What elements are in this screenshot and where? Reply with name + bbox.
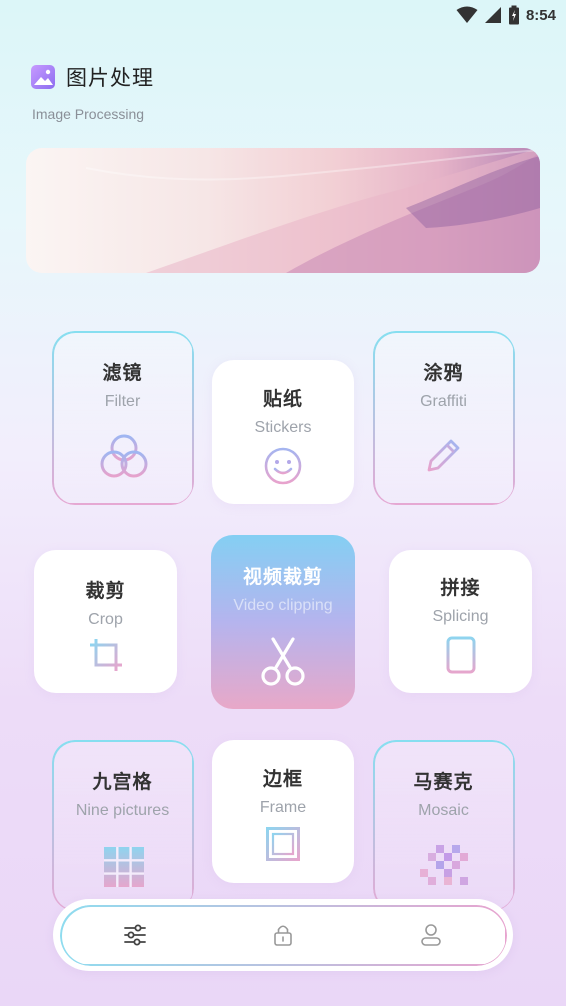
signal-icon bbox=[484, 7, 501, 23]
image-icon bbox=[31, 65, 55, 89]
tool-nine-pictures-subtitle: Nine pictures bbox=[75, 802, 170, 819]
tool-frame[interactable]: 边框 Frame bbox=[212, 740, 354, 883]
tool-mosaic[interactable]: 马赛克 Mosaic bbox=[373, 740, 514, 910]
tool-filter-title: 滤镜 bbox=[102, 362, 143, 384]
status-time: 8:54 bbox=[525, 6, 556, 24]
tool-splicing-title: 拼接 bbox=[440, 577, 481, 599]
tool-frame-subtitle: Frame bbox=[259, 799, 307, 816]
wifi-icon bbox=[456, 6, 478, 23]
tool-graffiti[interactable]: 涂鸦 Graffiti bbox=[373, 331, 514, 504]
crop-icon bbox=[90, 639, 122, 671]
tool-video-clipping-title: 视频裁剪 bbox=[242, 566, 323, 588]
tool-filter-subtitle: Filter bbox=[104, 393, 141, 410]
nav-lock[interactable] bbox=[263, 915, 303, 955]
filter-circles-icon bbox=[100, 434, 148, 478]
page-title: 图片处理 bbox=[66, 66, 154, 90]
lock-icon bbox=[274, 925, 292, 946]
tool-splicing-subtitle: Splicing bbox=[432, 608, 489, 625]
frame-icon bbox=[266, 827, 300, 861]
tool-video-clipping-subtitle: Video clipping bbox=[233, 597, 333, 614]
nav-tools[interactable] bbox=[115, 915, 155, 955]
tool-mosaic-title: 马赛克 bbox=[413, 771, 474, 793]
tool-filter[interactable]: 滤镜 Filter bbox=[52, 331, 193, 504]
sliders-icon bbox=[124, 924, 146, 946]
splice-icon bbox=[446, 636, 476, 674]
tool-crop-subtitle: Crop bbox=[88, 611, 123, 628]
header: 图片处理 Image Processing bbox=[31, 62, 154, 122]
page-subtitle: Image Processing bbox=[32, 106, 145, 122]
tool-splicing[interactable]: 拼接 Splicing bbox=[389, 550, 532, 693]
tool-crop[interactable]: 裁剪 Crop bbox=[34, 550, 177, 693]
mosaic-icon bbox=[420, 845, 468, 885]
nav-profile[interactable] bbox=[411, 915, 451, 955]
status-bar: 8:54 bbox=[0, 0, 566, 30]
tool-nine-pictures[interactable]: 九宫格 Nine pictures bbox=[52, 740, 193, 910]
banner-image[interactable] bbox=[26, 148, 540, 273]
scissors-icon bbox=[261, 637, 305, 686]
bottom-nav bbox=[53, 899, 513, 971]
tool-mosaic-subtitle: Mosaic bbox=[418, 802, 469, 819]
tool-crop-title: 裁剪 bbox=[85, 580, 126, 602]
tool-stickers-subtitle: Stickers bbox=[254, 419, 312, 436]
tool-video-clipping[interactable]: 视频裁剪 Video clipping bbox=[211, 535, 355, 709]
tool-stickers-title: 贴纸 bbox=[262, 388, 303, 410]
pencil-icon bbox=[427, 439, 460, 472]
user-icon bbox=[421, 924, 441, 946]
tool-graffiti-title: 涂鸦 bbox=[423, 362, 464, 384]
tool-stickers[interactable]: 贴纸 Stickers bbox=[212, 360, 354, 504]
battery-icon bbox=[508, 5, 519, 25]
grid-icon bbox=[104, 847, 144, 887]
smiley-icon bbox=[264, 447, 302, 485]
tool-frame-title: 边框 bbox=[262, 768, 303, 790]
tool-nine-pictures-title: 九宫格 bbox=[92, 771, 153, 793]
tool-graffiti-subtitle: Graffiti bbox=[420, 393, 467, 410]
